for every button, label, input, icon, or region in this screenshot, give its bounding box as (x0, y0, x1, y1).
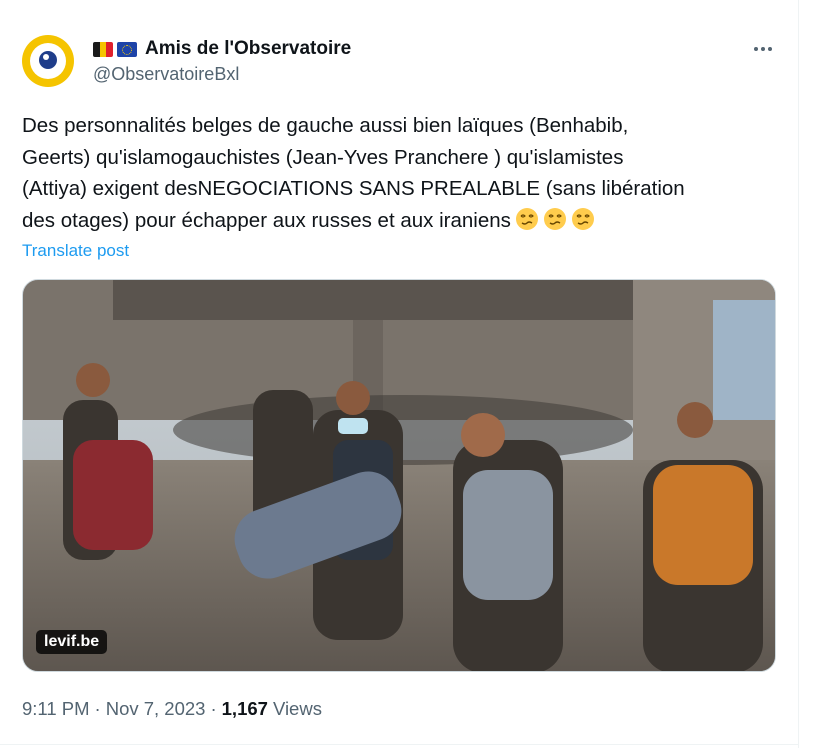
post-time[interactable]: 9:11 PM (22, 698, 90, 720)
woozy-face-emoji-icon (515, 207, 538, 230)
post-text-line-last: des otages) pour échapper aux russes et … (22, 205, 777, 237)
eye-logo-icon (30, 43, 66, 79)
author-name-row[interactable]: Amis de l'Observatoire (93, 37, 351, 61)
rubble-scene-photo (23, 280, 775, 671)
belgium-flag-icon (93, 41, 113, 57)
post-text-line: Des personnalités belges de gauche aussi… (22, 114, 629, 137)
post-date[interactable]: Nov 7, 2023 (106, 698, 206, 720)
views-label: Views (272, 698, 322, 719)
post-text-line: Geerts) qu'islamogauchistes (Jean-Yves P… (22, 145, 624, 169)
translate-post-link[interactable]: Translate post (22, 241, 129, 261)
timeline-border (798, 0, 799, 748)
post-text-line: (Attiya) exigent desNEGOCIATIONS SANS PR… (22, 177, 685, 200)
post-photo[interactable] (22, 279, 776, 672)
separator: · (94, 698, 101, 719)
avatar[interactable] (22, 35, 74, 87)
user-handle[interactable]: @ObservatoireBxl (93, 64, 239, 85)
more-options-icon[interactable] (748, 36, 778, 62)
post-text: Des personnalités belges de gauche aussi… (22, 110, 777, 236)
eu-flag-icon (117, 41, 137, 57)
woozy-face-emoji-icon (571, 207, 594, 230)
views-count: 1,167 (221, 698, 268, 719)
post-divider (0, 744, 798, 745)
separator: · (210, 698, 217, 719)
source-label[interactable]: levif.be (36, 630, 108, 654)
display-name[interactable]: Amis de l'Observatoire (145, 38, 351, 60)
woozy-face-emoji-icon (543, 207, 566, 230)
post-metadata: 9:11 PM · Nov 7, 2023 · 1,167 Views (22, 698, 322, 720)
